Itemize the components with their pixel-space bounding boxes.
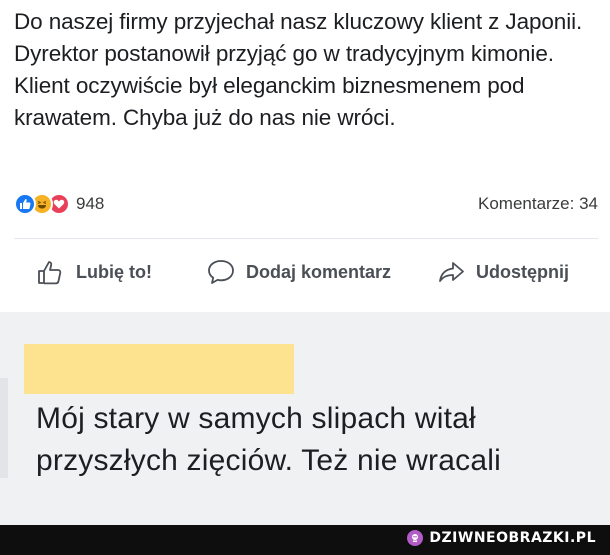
commenter-name-redaction <box>24 344 294 394</box>
comment-edge <box>0 378 8 478</box>
divider <box>14 238 598 239</box>
comment-bubble: Mój stary w samych slipach witał przyszł… <box>0 328 610 482</box>
site-brand[interactable]: DZIWNEOBRAZKI.PL <box>407 530 596 546</box>
thumbs-up-icon <box>36 258 66 286</box>
brand-logo-icon <box>407 530 424 546</box>
reactions-count: 948 <box>76 194 105 213</box>
like-button-label: Lubię to! <box>76 261 152 282</box>
post-text: Do naszej firmy przyjechał nasz kluczowy… <box>14 9 583 130</box>
share-button[interactable]: Udostępnij <box>436 258 569 286</box>
post-stats: 948 Komentarze: 34 <box>14 190 598 218</box>
comment-button-label: Dodaj komentarz <box>246 261 392 282</box>
like-reaction-icon <box>14 193 36 215</box>
post-actions-bar: Lubię to! Dodaj komentarz Udostępnij <box>0 250 610 294</box>
like-button[interactable]: Lubię to! <box>36 258 152 286</box>
facebook-post: Do naszej firmy przyjechał nasz kluczowy… <box>0 0 610 312</box>
share-button-label: Udostępnij <box>476 261 569 282</box>
comment-text: Mój stary w samych slipach witał przyszł… <box>36 402 501 477</box>
watermark-footer: DZIWNEOBRAZKI.PL <box>0 525 610 555</box>
comment-button[interactable]: Dodaj komentarz <box>206 258 391 286</box>
share-arrow-icon <box>436 258 466 286</box>
brand-name: DZIWNEOBRAZKI.PL <box>429 530 596 546</box>
reactions-summary[interactable]: 948 <box>14 193 104 215</box>
speech-bubble-icon <box>206 258 236 286</box>
comments-count[interactable]: Komentarze: 34 <box>478 194 598 214</box>
comment-section: Mój stary w samych slipach witał przyszł… <box>0 312 610 525</box>
